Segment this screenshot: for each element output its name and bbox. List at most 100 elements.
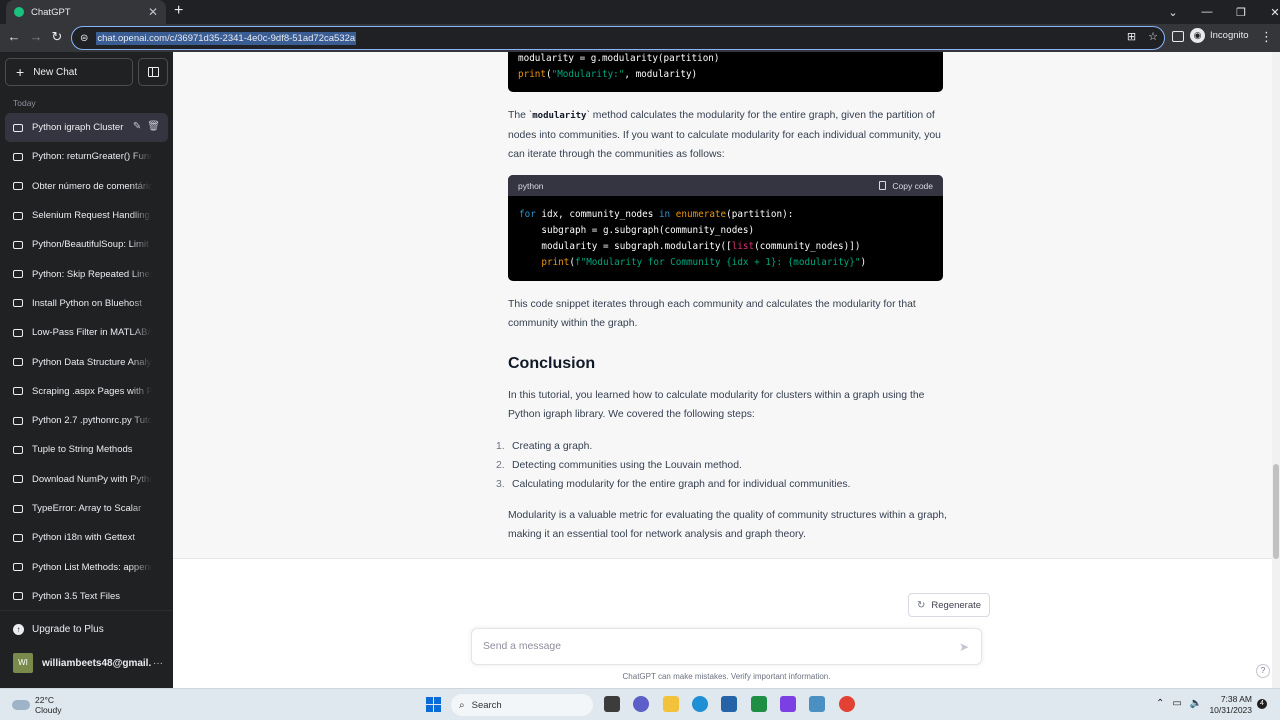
chat-history-item[interactable]: Python List Methods: append xyxy=(5,552,168,581)
close-window-icon[interactable]: ✕ xyxy=(1258,6,1280,19)
code-block: modularity = g.modularity(partition) pri… xyxy=(508,52,943,92)
chat-history-item[interactable]: Tuple to String Methods xyxy=(5,435,168,464)
url-text[interactable]: chat.openai.com/c/36971d35-2341-4e0c-9df… xyxy=(96,31,357,45)
regenerate-icon: ↻ xyxy=(917,599,926,611)
app-icon[interactable] xyxy=(780,696,796,712)
message-paragraph: In this tutorial, you learned how to cal… xyxy=(508,390,925,420)
chat-title: Download NumPy with Python xyxy=(32,473,152,485)
chevron-up-icon[interactable]: ⌃ xyxy=(1156,698,1164,709)
scrollbar[interactable] xyxy=(1272,52,1280,688)
chat-history-item[interactable]: Python igraph Cluster ✎ 🗑 xyxy=(5,113,168,143)
forward-icon[interactable]: → xyxy=(27,29,45,44)
weather-condition: Cloudy xyxy=(35,705,62,715)
notification-badge[interactable]: 4 xyxy=(1257,699,1267,709)
bookmark-star-icon[interactable]: ☆ xyxy=(1148,30,1158,43)
chat-bubble-icon xyxy=(13,416,23,425)
send-icon[interactable]: ➤ xyxy=(959,640,969,654)
edge-icon[interactable] xyxy=(692,696,708,712)
avatar: WI xyxy=(13,653,33,673)
search-icon: ⌕ xyxy=(459,699,465,711)
reload-icon[interactable]: ↻ xyxy=(48,29,66,45)
chat-history-item[interactable]: Python/BeautifulSoup: Limit xyxy=(5,230,168,259)
chat-history-item[interactable]: Download NumPy with Python xyxy=(5,465,168,494)
chat-history-item[interactable]: Python Data Structure Analysis xyxy=(5,347,168,376)
teams-chat-icon[interactable] xyxy=(633,696,649,712)
chat-bubble-icon xyxy=(13,152,23,161)
clock[interactable]: 7:38 AM 10/31/2023 xyxy=(1208,694,1252,716)
chat-bubble-icon xyxy=(13,270,23,279)
store-icon[interactable] xyxy=(721,696,737,712)
excel-icon[interactable] xyxy=(751,696,767,712)
time: 7:38 AM xyxy=(1220,694,1252,704)
sidebar-toggle-icon xyxy=(148,67,159,77)
assistant-message: modularity = g.modularity(partition) pri… xyxy=(173,52,1272,559)
minimize-icon[interactable]: — xyxy=(1190,6,1224,18)
chat-bubble-icon xyxy=(13,240,23,249)
tab-title: ChatGPT xyxy=(31,6,71,18)
date: 10/31/2023 xyxy=(1209,705,1252,715)
chat-history-item[interactable]: Selenium Request Handling xyxy=(5,201,168,230)
network-icon[interactable]: ▭ xyxy=(1172,698,1181,709)
section-heading: Conclusion xyxy=(508,355,596,372)
chat-history-item[interactable]: Python: returnGreater() Function xyxy=(5,142,168,171)
cloud-icon xyxy=(12,700,30,710)
chat-title: Python: Skip Repeated Lines xyxy=(32,268,152,280)
tab-search-icon[interactable]: ⌄ xyxy=(1156,6,1190,19)
file-explorer-icon[interactable] xyxy=(663,696,679,712)
regenerate-button[interactable]: ↻ Regenerate xyxy=(908,593,991,617)
chat-history-item[interactable]: Python i18n with Gettext xyxy=(5,523,168,552)
edit-pencil-icon[interactable]: ✎ xyxy=(133,121,141,132)
qr-code-icon[interactable]: ⊞ xyxy=(1127,30,1136,43)
task-view-icon[interactable] xyxy=(604,696,620,712)
delete-trash-icon[interactable]: 🗑 xyxy=(147,121,160,132)
chat-history-item[interactable]: TypeError: Array to Scalar xyxy=(5,494,168,523)
start-button-icon[interactable] xyxy=(426,697,441,712)
upgrade-to-plus-button[interactable]: ↑ Upgrade to Plus xyxy=(13,624,104,635)
close-sidebar-button[interactable] xyxy=(138,58,168,86)
section-today-label: Today xyxy=(13,98,36,108)
chat-history-item[interactable]: Scraping .aspx Pages with Python xyxy=(5,377,168,406)
disclaimer-text: ChatGPT can make mistakes. Verify import… xyxy=(622,672,831,681)
incognito-indicator[interactable]: ◉ Incognito xyxy=(1190,28,1249,43)
chat-title: Python i18n with Gettext xyxy=(32,532,135,544)
copy-code-button[interactable]: Copy code xyxy=(879,181,933,191)
scrollbar-thumb[interactable] xyxy=(1273,464,1279,559)
more-options-icon[interactable]: ··· xyxy=(153,658,163,669)
site-info-icon[interactable]: ⊜ xyxy=(80,33,88,44)
restore-icon[interactable]: ❐ xyxy=(1224,6,1258,19)
message-placeholder: Send a message xyxy=(483,641,561,652)
chat-history-item[interactable]: Install Python on Bluehost xyxy=(5,289,168,318)
chat-bubble-icon xyxy=(13,504,23,513)
chat-title: Python Data Structure Analysis xyxy=(32,356,152,368)
app-icon[interactable] xyxy=(809,696,825,712)
user-menu-button[interactable]: WI williambeets48@gmail. ··· xyxy=(13,653,163,673)
chat-history-item[interactable]: Python 3.5 Text Files xyxy=(5,582,168,611)
chat-bubble-icon xyxy=(13,533,23,542)
code-content: for idx, community_nodes in enumerate(pa… xyxy=(519,209,867,268)
temperature: 22°C xyxy=(35,695,54,705)
browser-tab[interactable]: ChatGPT ✕ xyxy=(6,0,166,24)
help-icon[interactable]: ? xyxy=(1256,664,1270,678)
back-icon[interactable]: ← xyxy=(5,29,23,44)
new-tab-icon[interactable]: + xyxy=(174,3,183,19)
chat-history-item[interactable]: Python 2.7 .pythonrc.py Tutorial xyxy=(5,406,168,435)
chat-history-item[interactable]: Low-Pass Filter in MATLAB/Python xyxy=(5,318,168,347)
address-bar[interactable]: ⊜ chat.openai.com/c/36971d35-2341-4e0c-9… xyxy=(71,26,1165,50)
chat-bubble-icon xyxy=(13,387,23,396)
new-chat-button[interactable]: + New Chat xyxy=(5,58,133,86)
chat-history-item[interactable]: Python: Skip Repeated Lines xyxy=(5,259,168,288)
incognito-label: Incognito xyxy=(1210,30,1249,41)
volume-icon[interactable]: 🔈 xyxy=(1190,698,1202,709)
clipboard-icon xyxy=(879,181,887,190)
browser-menu-icon[interactable]: ⋮ xyxy=(1260,29,1273,45)
chrome-icon[interactable] xyxy=(839,696,855,712)
taskbar-search[interactable]: ⌕ Search xyxy=(451,694,593,716)
side-panel-icon[interactable] xyxy=(1172,31,1184,42)
message-input[interactable]: Send a message ➤ xyxy=(471,628,982,665)
inline-code: modularity xyxy=(532,111,587,121)
chat-title: Python: returnGreater() Function xyxy=(32,151,152,163)
weather-widget[interactable]: 22°C Cloudy xyxy=(12,695,61,715)
tab-close-icon[interactable]: ✕ xyxy=(148,5,158,19)
chatgpt-favicon-icon xyxy=(14,7,24,17)
chat-history-item[interactable]: Obter número de comentários xyxy=(5,172,168,201)
